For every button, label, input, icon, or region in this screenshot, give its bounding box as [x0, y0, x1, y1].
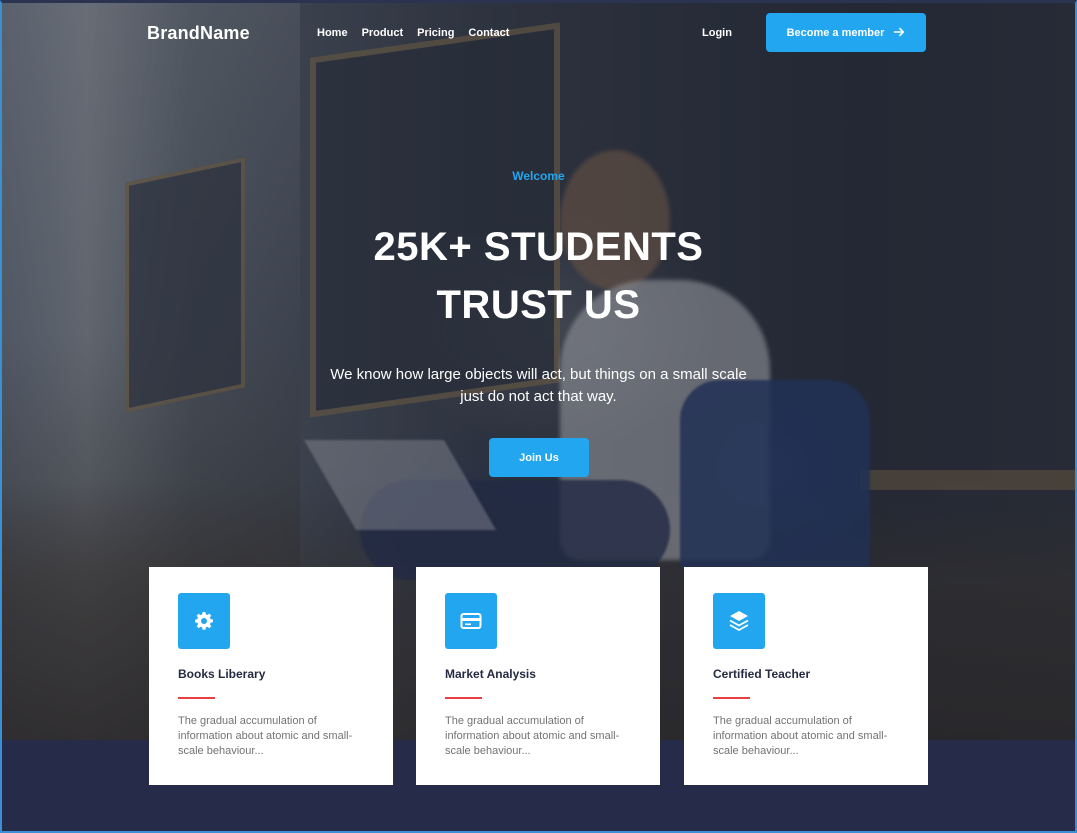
card-description: The gradual accumulation of information …	[713, 715, 888, 757]
nav-link-home[interactable]: Home	[317, 27, 348, 39]
main-menu: Home Product Pricing Contact	[317, 27, 523, 39]
nav-link-contact[interactable]: Contact	[468, 27, 509, 39]
feature-card-teacher: Certified Teacher The gradual accumulati…	[684, 567, 928, 785]
layers-icon	[713, 593, 765, 649]
login-link[interactable]: Login	[702, 27, 732, 39]
hero-headline: 25K+ STUDENTS TRUST US	[300, 218, 777, 334]
card-description: The gradual accumulation of information …	[178, 715, 353, 757]
hero-headline-line2: TRUST US	[436, 283, 641, 327]
nav-link-pricing[interactable]: Pricing	[417, 27, 454, 39]
brand-logo[interactable]: BrandName	[147, 23, 250, 44]
nav-link-product[interactable]: Product	[362, 27, 404, 39]
card-description: The gradual accumulation of information …	[445, 715, 620, 757]
navbar: BrandName Home Product Pricing Contact L…	[0, 0, 1077, 66]
credit-card-icon	[445, 593, 497, 649]
become-member-button[interactable]: Become a member	[766, 13, 926, 52]
join-us-button[interactable]: Join Us	[489, 438, 589, 477]
become-member-label: Become a member	[786, 26, 885, 39]
feature-card-market: Market Analysis The gradual accumulation…	[416, 567, 660, 785]
card-divider	[178, 697, 215, 699]
hero-headline-line1: 25K+ STUDENTS	[373, 225, 704, 269]
card-title: Books Liberary	[178, 667, 266, 681]
feature-card-books: Books Liberary The gradual accumulation …	[149, 567, 393, 785]
gear-icon	[178, 593, 230, 649]
card-divider	[445, 697, 482, 699]
arrow-right-icon	[894, 25, 905, 40]
card-title: Certified Teacher	[713, 667, 811, 681]
hero-subtitle: We know how large objects will act, but …	[330, 366, 747, 405]
card-divider	[713, 697, 750, 699]
card-title: Market Analysis	[445, 667, 536, 681]
hero-eyebrow: Welcome	[512, 169, 565, 183]
